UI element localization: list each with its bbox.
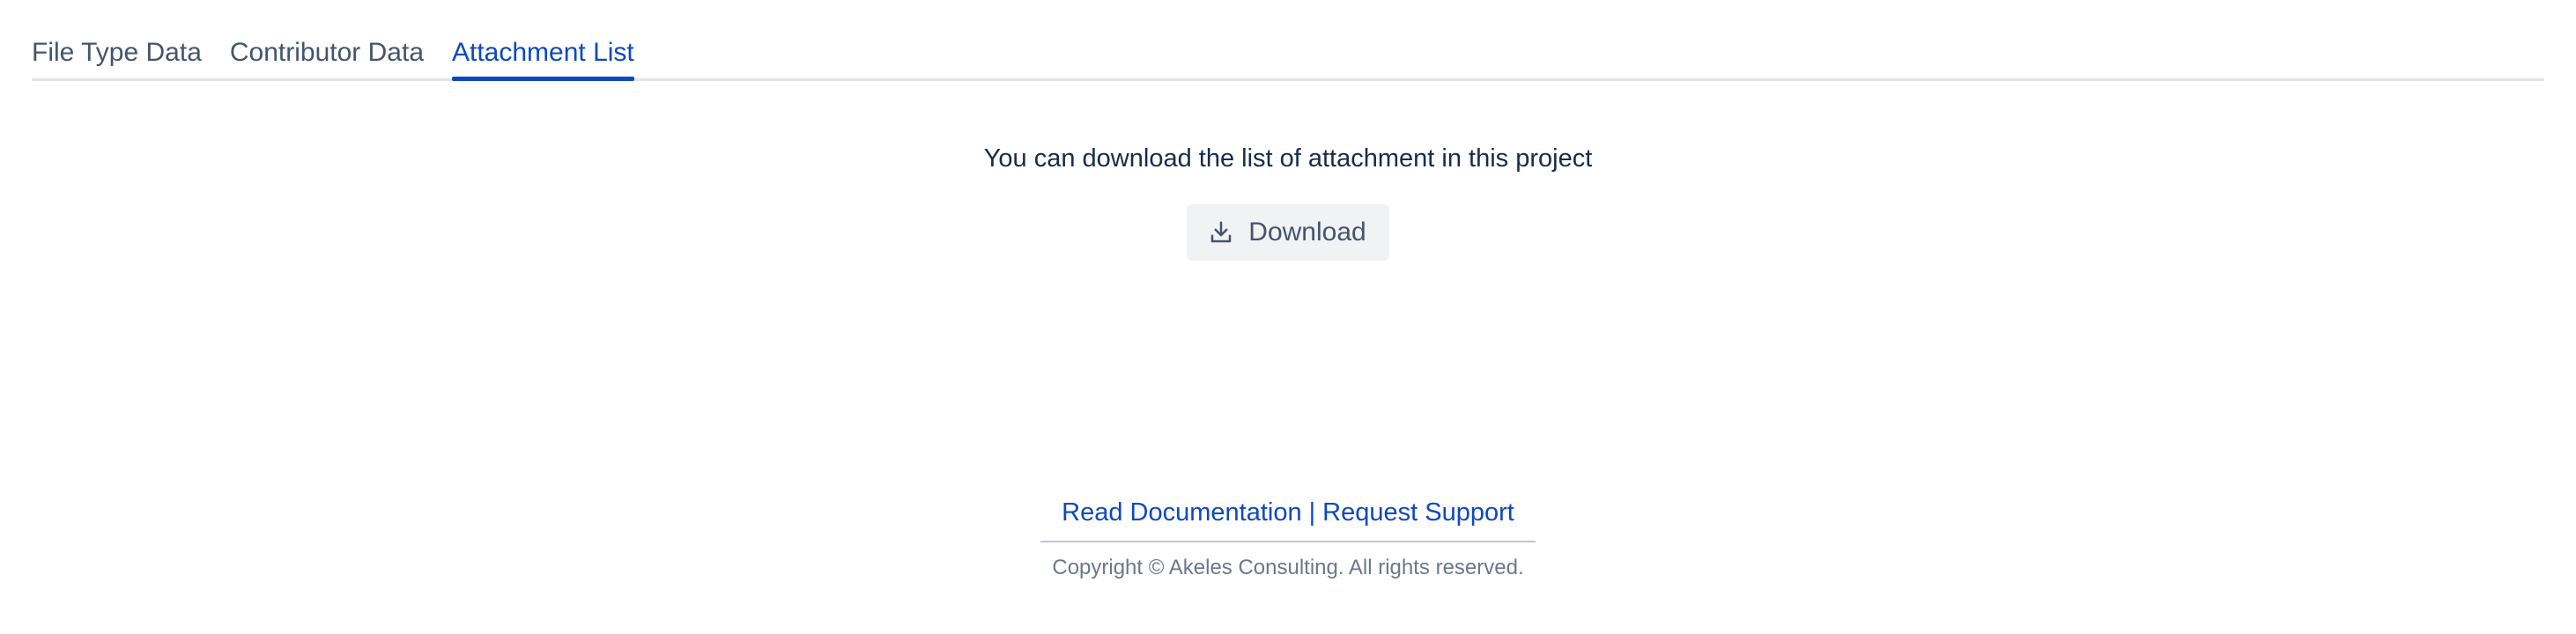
footer-link-separator: | <box>1308 498 1316 527</box>
read-documentation-link[interactable]: Read Documentation <box>1062 498 1301 527</box>
download-button-label: Download <box>1248 217 1366 247</box>
footer: Read Documentation | Request Support Copyr… <box>0 493 2576 583</box>
tab-file-type-data[interactable]: File Type Data <box>32 32 202 78</box>
copyright-text: Copyright © Akeles Consulting. All right… <box>1052 556 1524 579</box>
attachment-list-panel: You can download the list of attachment … <box>0 141 2576 261</box>
footer-links: Read Documentation | Request Support <box>1040 493 1536 542</box>
attachment-list-page: File Type Data Contributor Data Attachme… <box>0 0 2576 634</box>
download-icon <box>1208 219 1234 246</box>
tab-attachment-list[interactable]: Attachment List <box>452 32 634 81</box>
tab-contributor-data[interactable]: Contributor Data <box>230 32 424 78</box>
download-button[interactable]: Download <box>1187 204 1389 261</box>
request-support-link[interactable]: Request Support <box>1322 498 1514 527</box>
download-button-container: Download <box>0 204 2576 261</box>
tab-bar: File Type Data Contributor Data Attachme… <box>32 32 2544 81</box>
download-description: You can download the list of attachment … <box>983 144 1593 173</box>
